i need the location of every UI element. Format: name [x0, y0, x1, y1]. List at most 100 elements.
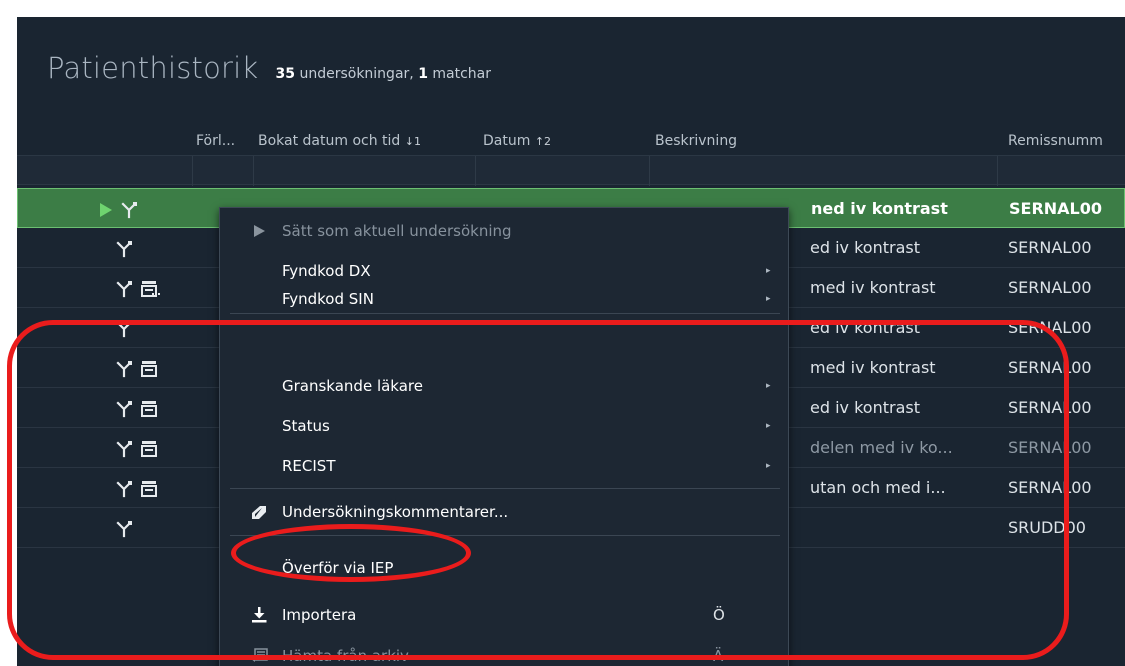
page-title: Patienthistorik [47, 51, 259, 85]
menu-item-label: Hämta från arkiv [282, 647, 409, 665]
document-icon [141, 361, 157, 377]
menu-item-import[interactable]: Importera Ö [220, 598, 788, 632]
tree-icon [116, 361, 132, 378]
archive-fetch-icon [251, 648, 268, 662]
tree-icon [116, 441, 132, 458]
cell-remiss-number: SERNAL00 [1008, 318, 1092, 337]
menu-item-shortcut: Ä [713, 647, 724, 665]
download-icon [252, 607, 267, 623]
document-icon [141, 441, 157, 457]
menu-item-transfer-iep[interactable]: Överför via IEP [220, 551, 788, 585]
cell-remiss-number: SERNAL00 [1008, 398, 1092, 417]
submenu-arrow-icon: ▸ [766, 461, 771, 471]
menu-item-label: Sätt som aktuell undersökning [282, 222, 512, 240]
column-divider [649, 156, 650, 186]
tree-icon [116, 321, 132, 338]
menu-item-label: RECIST [282, 457, 336, 475]
cell-description: ed iv kontrast [810, 398, 920, 417]
row-icons [97, 479, 197, 499]
submenu-arrow-icon: ▸ [766, 381, 771, 391]
menu-item-set-current[interactable]: Sätt som aktuell undersökning [220, 214, 788, 248]
cell-description: ed iv kontrast [810, 238, 920, 257]
column-header-booked-label: Bokat datum och tid [258, 133, 401, 149]
row-icons [97, 439, 197, 459]
row-icons [97, 359, 197, 379]
cell-remiss-number: SERNAL00 [1008, 438, 1092, 457]
cell-description: delen med iv ko... [810, 438, 953, 457]
menu-item-fyndkod-dx[interactable]: Fyndkod DX ▸ [220, 254, 788, 288]
menu-item-label: Importera [282, 606, 357, 624]
row-icons [98, 200, 198, 220]
cell-description: med iv kontrast [810, 278, 936, 297]
column-header-booked-datetime[interactable]: Bokat datum och tid ↓1 [258, 133, 421, 149]
panel-header: Patienthistorik 35 undersökningar, 1 mat… [47, 51, 491, 91]
menu-item-label: Undersökningskommentarer... [282, 503, 509, 521]
menu-divider [230, 488, 780, 489]
menu-item-label: Granskande läkare [282, 377, 423, 395]
column-header-date-label: Datum [483, 133, 531, 149]
tree-icon [116, 521, 132, 538]
menu-item-granskande-lakare[interactable]: Granskande läkare ▸ [220, 369, 788, 403]
cell-description: med iv kontrast [810, 358, 936, 377]
sort-asc-icon: ↑2 [534, 135, 552, 148]
tree-icon [116, 401, 132, 418]
column-header-row: Förl... Bokat datum och tid ↓1 Datum ↑2 … [17, 127, 1125, 157]
cell-remiss-number: SERNAL00 [1008, 278, 1092, 297]
row-icons [97, 319, 197, 339]
menu-item-label: Status [282, 417, 330, 435]
cell-description: ned iv kontrast [811, 199, 948, 218]
row-icons [97, 519, 197, 539]
column-header-description[interactable]: Beskrivning [655, 133, 737, 149]
menu-item-recist[interactable]: RECIST ▸ [220, 449, 788, 483]
row-icons [97, 239, 197, 259]
menu-item-status[interactable]: Status ▸ [220, 409, 788, 443]
play-icon [254, 225, 265, 237]
tree-icon [121, 202, 137, 219]
menu-item-fetch-archive[interactable]: Hämta från arkiv Ä [220, 639, 788, 666]
cell-remiss-number: SERNAL00 [1008, 478, 1092, 497]
column-divider [997, 156, 998, 186]
tree-icon [116, 481, 132, 498]
context-menu: Sätt som aktuell undersökning Fyndkod DX… [219, 207, 789, 666]
cell-description: utan och med i... [810, 478, 946, 497]
tree-icon [116, 241, 132, 258]
menu-divider [230, 313, 780, 314]
cell-remiss-number: SERNAL00 [1008, 238, 1092, 257]
exam-count-summary: 35 undersökningar, 1 matchar [276, 66, 492, 82]
row-icons [97, 399, 197, 419]
menu-item-fyndkod-sin[interactable]: Fyndkod SIN ▸ [220, 288, 788, 310]
exam-count-label: undersökningar, [299, 66, 414, 82]
menu-item-label: Fyndkod SIN [282, 290, 374, 308]
submenu-arrow-icon: ▸ [766, 266, 771, 276]
match-count-label: matchar [432, 66, 492, 82]
column-divider [192, 156, 193, 186]
menu-item-shortcut: Ö [713, 606, 725, 624]
filter-row[interactable] [17, 155, 1125, 186]
match-count: 1 [418, 66, 428, 82]
document-icon [141, 481, 157, 497]
document-more-icon [141, 281, 160, 297]
play-icon [100, 203, 112, 217]
column-divider [253, 156, 254, 186]
tree-icon [116, 281, 132, 298]
column-header-forl[interactable]: Förl... [196, 133, 235, 149]
cell-remiss-number: SRUDD00 [1008, 518, 1086, 537]
submenu-arrow-icon: ▸ [766, 421, 771, 431]
column-header-date[interactable]: Datum ↑2 [483, 133, 551, 149]
exam-count: 35 [275, 66, 295, 82]
menu-divider [230, 535, 780, 536]
menu-item-exam-comments[interactable]: Undersökningskommentarer... [220, 495, 788, 529]
cell-description [810, 508, 985, 548]
menu-item-label: Överför via IEP [282, 559, 394, 577]
column-header-remiss[interactable]: Remissnumm [1008, 133, 1103, 149]
patient-history-window: Patienthistorik 35 undersökningar, 1 mat… [17, 17, 1125, 666]
edit-comment-icon [252, 506, 266, 519]
document-icon [141, 401, 157, 417]
menu-item-label: Fyndkod DX [282, 262, 371, 280]
row-icons [97, 279, 197, 299]
sort-desc-icon: ↓1 [404, 135, 421, 148]
column-divider [475, 156, 476, 186]
cell-description: ed iv kontrast [810, 318, 920, 337]
cell-remiss-number: SERNAL00 [1008, 358, 1092, 377]
cell-remiss-number: SERNAL00 [1009, 199, 1103, 218]
